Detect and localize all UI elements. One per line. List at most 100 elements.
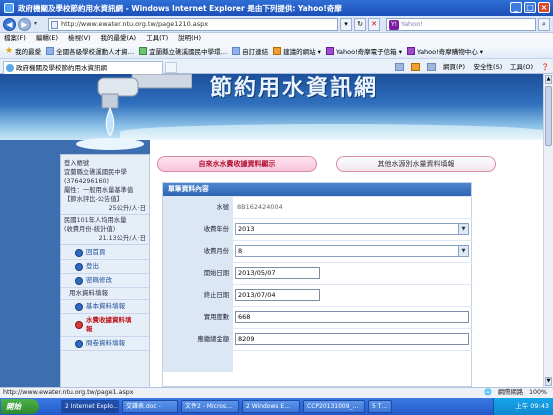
select-value: 8 (238, 247, 243, 255)
yahoo-icon (407, 47, 415, 55)
yahoo-icon (325, 47, 334, 55)
favorite-link[interactable]: Yahoo!奇摩購物中心 ▾ (407, 46, 483, 56)
taskbar: 開始 2 Internet Explo… 交謙表.doc - 文件2 - Mic… (0, 398, 553, 415)
forward-button[interactable]: ▶ (18, 18, 31, 31)
form-row-usage: 實用度數 668 (163, 306, 473, 328)
sidebar-item-fee-receipt[interactable]: 水費收據資料填報 (61, 314, 149, 337)
standard-notice: 【節水評比-公告值】 (64, 196, 123, 203)
address-dropdown-icon[interactable]: ▾ (340, 18, 352, 31)
tab-other-source-entry[interactable]: 其他水源別水量資料填報 (336, 156, 496, 172)
start-date-input[interactable]: 2013/05/07 (235, 267, 320, 279)
favorite-label: 全國各級學校運動人才資… (56, 48, 135, 56)
favorite-label: Yahoo!奇摩電子信箱 ▾ (335, 48, 402, 56)
form-header: 單筆資料內容 (163, 183, 471, 196)
yahoo-icon: Y! (389, 20, 399, 30)
status-url: http://www.ewater.ntu.org.tw/page1.aspx (3, 389, 134, 396)
taskbar-item[interactable]: 交謙表.doc - (122, 400, 178, 413)
favorite-link[interactable]: 全國各級學校運動人才資… (46, 46, 134, 56)
favorite-label: 宜蘭縣立礁溪國民中學環… (149, 48, 228, 56)
field-label: 實用度數 (163, 307, 233, 328)
favorite-link[interactable]: 建議的網站 ▾ (273, 46, 321, 56)
new-tab-button[interactable] (165, 62, 177, 73)
menu-favorites[interactable]: 我的最愛(A) (101, 33, 137, 44)
zoom-level[interactable]: 100% (529, 388, 547, 398)
favorites-button[interactable]: ★ 我的最愛 (5, 46, 41, 56)
ie-logo-icon (4, 3, 14, 13)
sidebar-item-home[interactable]: 回首頁 (61, 246, 149, 260)
chevron-down-icon: ▼ (458, 224, 468, 234)
field-label: 應繳總金額 (163, 329, 233, 350)
menu-tools[interactable]: 工具(T) (146, 33, 168, 44)
page-icon (46, 47, 55, 55)
field-label: 收費月份 (163, 241, 233, 262)
sidebar-item-password[interactable]: 密碼修改 (61, 274, 149, 288)
favorite-link[interactable]: 自訂連結 (232, 46, 268, 56)
bullet-icon (75, 248, 83, 257)
taskbar-item[interactable]: 2 Internet Explo… (61, 400, 119, 413)
address-bar[interactable]: http://www.ewater.ntu.org.tw/page1210.as… (48, 18, 338, 31)
amount-input[interactable]: 8209 (235, 333, 469, 345)
scroll-thumb[interactable] (545, 86, 552, 146)
menu-help[interactable]: 說明(H) (178, 33, 201, 44)
window-title: 政府機關及學校節約用水資訊網 - Windows Internet Explor… (18, 3, 342, 13)
window-title-bar: 政府機關及學校節約用水資訊網 - Windows Internet Explor… (0, 0, 553, 16)
search-placeholder: Yahoo! (401, 20, 423, 28)
menu-view[interactable]: 檢視(V) (68, 33, 91, 44)
standard-label: 屬性：一般用水量基準值 (64, 187, 134, 194)
menu-bar: 檔案(F) 編輯(E) 檢視(V) 我的最愛(A) 工具(T) 說明(H) (0, 33, 553, 44)
usage-input[interactable]: 668 (235, 311, 469, 323)
standard-value: 25公升/人·日 (108, 205, 146, 212)
back-button[interactable]: ◀ (3, 18, 16, 31)
sidebar-item-label: 回首頁 (86, 248, 106, 256)
start-button[interactable]: 開始 (1, 399, 39, 414)
close-button[interactable]: × (538, 2, 550, 13)
refresh-icon[interactable]: ↻ (354, 18, 366, 31)
address-toolbar: ◀ ▶ ▾ http://www.ewater.ntu.org.tw/page1… (0, 16, 553, 33)
menu-file[interactable]: 檔案(F) (4, 33, 26, 44)
taskbar-item[interactable]: 5 T… (368, 400, 392, 413)
sidebar-item-questionnaire[interactable]: 問卷資料填報 (61, 337, 149, 351)
taskbar-item[interactable]: CCP20131009_… (303, 400, 365, 413)
form-row-end-date: 終止日期 2013/07/04 (163, 284, 473, 306)
school-code: (3764296160) (64, 178, 109, 185)
search-input[interactable]: Y! Yahoo! (386, 18, 536, 31)
favorite-link[interactable]: 宜蘭縣立礁溪國民中學環… (139, 46, 227, 56)
bullet-icon (75, 276, 83, 285)
sidebar-item-label: 登出 (86, 262, 99, 270)
address-url: http://www.ewater.ntu.org.tw/page1210.as… (61, 20, 209, 28)
browser-tab[interactable]: 政府機關及學校節約用水資訊網 (3, 61, 163, 74)
banner-title: 節約用水資訊網 (210, 75, 379, 101)
sidebar-item-label: 基本資料填報 (86, 302, 125, 310)
year-select[interactable]: 2013 ▼ (235, 223, 469, 235)
scroll-down-icon[interactable]: ▼ (545, 377, 552, 386)
scroll-up-icon[interactable]: ▲ (545, 75, 552, 84)
stop-icon[interactable]: ✕ (368, 18, 380, 31)
tab-icon (6, 64, 14, 72)
favorites-label: 我的最愛 (15, 48, 42, 56)
sidebar-item-basic-data[interactable]: 基本資料填報 (61, 300, 149, 314)
minimize-button[interactable]: _ (510, 2, 522, 13)
favorite-link[interactable]: Yahoo!奇摩電子信箱 ▾ (325, 46, 402, 56)
search-go-icon[interactable]: ⌕ (538, 18, 550, 31)
select-value: 2013 (238, 225, 255, 233)
favorite-label: 建議的網站 ▾ (283, 48, 321, 56)
sidebar-item-label: 問卷資料填報 (86, 339, 125, 347)
end-date-input[interactable]: 2013/07/04 (235, 289, 320, 301)
page-icon (232, 47, 241, 55)
month-select[interactable]: 8 ▼ (235, 245, 469, 257)
clock: 上午 09:43 (515, 402, 549, 410)
form-row-empty (163, 350, 473, 372)
taskbar-item[interactable]: 2 Windows E… (242, 400, 300, 413)
maximize-button[interactable]: □ (524, 2, 536, 13)
taskbar-item[interactable]: 文件2 - Micros… (181, 400, 239, 413)
menu-edit[interactable]: 編輯(E) (36, 33, 58, 44)
site-banner: 節約用水資訊網 (0, 74, 543, 150)
tab-fee-receipt-display[interactable]: 自來水水費收據資料顯示 (157, 156, 317, 172)
vertical-scrollbar[interactable]: ▲ ▼ (543, 74, 553, 387)
yearly-usage-value: 21.13公升/人·日 (98, 235, 146, 242)
field-label (163, 351, 233, 372)
page-icon (139, 47, 148, 55)
field-label: 終止日期 (163, 285, 233, 306)
history-dropdown-icon[interactable]: ▾ (34, 20, 37, 27)
sidebar-item-logout[interactable]: 登出 (61, 260, 149, 274)
